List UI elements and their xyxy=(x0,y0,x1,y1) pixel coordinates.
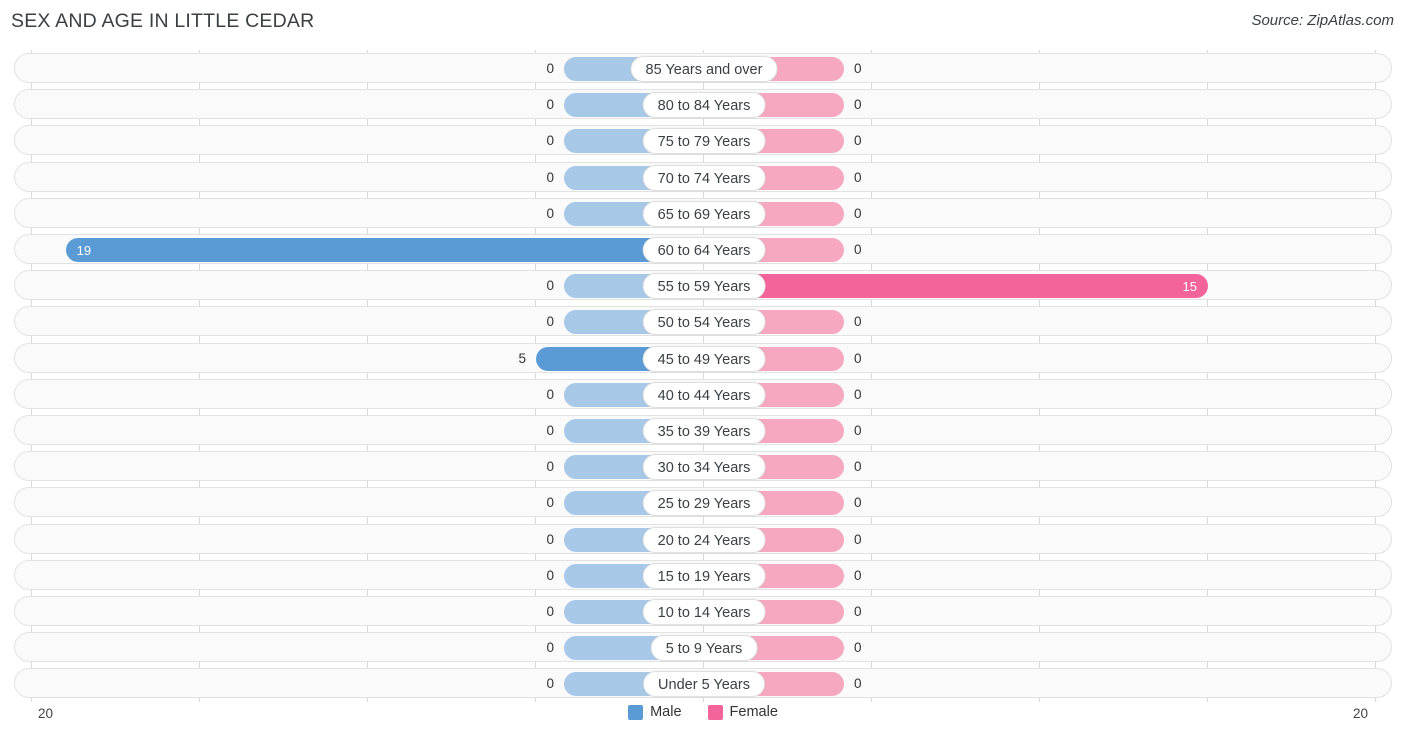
female-value-label: 0 xyxy=(854,314,862,330)
male-value-label: 0 xyxy=(546,205,554,221)
female-value-label: 0 xyxy=(854,531,862,547)
age-group-label: 70 to 74 Years xyxy=(642,164,766,191)
male-value-label: 0 xyxy=(546,676,554,692)
population-pyramid-plot: 0 0 85 Years and over 0 0 80 to 84 Years 0 0 75 … xyxy=(0,50,1406,702)
age-group-label: 15 to 19 Years xyxy=(642,562,766,589)
female-value-label: 0 xyxy=(854,61,862,76)
female-value-label: 0 xyxy=(854,386,862,402)
male-bar[interactable]: 19 xyxy=(65,238,704,262)
female-value-label: 0 xyxy=(854,205,862,221)
legend-label-female: Female xyxy=(729,704,778,720)
age-group-label: 55 to 59 Years xyxy=(642,273,766,300)
male-value-label: 0 xyxy=(546,314,554,330)
age-group-label: 50 to 54 Years xyxy=(642,309,766,336)
age-group-label: 45 to 49 Years xyxy=(642,345,766,372)
table-row[interactable]: 0 0 50 to 54 Years xyxy=(14,306,1392,337)
age-group-label: 5 to 9 Years xyxy=(650,635,758,662)
female-value-label: 0 xyxy=(854,242,862,257)
age-group-label: 30 to 34 Years xyxy=(642,454,766,481)
female-value-label: 0 xyxy=(854,133,862,149)
age-group-label: 85 Years and over xyxy=(630,56,778,82)
age-group-label: 35 to 39 Years xyxy=(642,418,766,444)
table-row[interactable]: 0 0 Under 5 Years xyxy=(14,668,1392,699)
table-row[interactable]: 0 0 10 to 14 Years xyxy=(14,596,1392,626)
table-row[interactable]: 0 0 75 to 79 Years xyxy=(14,125,1392,156)
age-group-label: 80 to 84 Years xyxy=(642,92,766,119)
age-group-label: 40 to 44 Years xyxy=(642,381,766,408)
age-group-label: 75 to 79 Years xyxy=(642,128,766,155)
male-value-label: 0 xyxy=(546,386,554,402)
table-row[interactable]: 0 15 55 to 59 Years xyxy=(14,270,1392,301)
male-value-label: 0 xyxy=(546,495,554,511)
age-group-label: 25 to 29 Years xyxy=(642,490,766,517)
female-value-label: 0 xyxy=(854,350,862,366)
table-row[interactable]: 0 0 35 to 39 Years xyxy=(14,415,1392,445)
chart-root: SEX AND AGE IN LITTLE CEDAR Source: ZipA… xyxy=(0,0,1406,740)
male-value-label: 0 xyxy=(546,278,554,294)
male-value-label: 0 xyxy=(546,423,554,438)
female-value-label: 15 xyxy=(1182,278,1197,294)
male-value-label: 0 xyxy=(546,604,554,619)
male-value-label: 0 xyxy=(546,531,554,547)
male-value-label: 19 xyxy=(76,242,92,258)
male-value-label: 0 xyxy=(546,459,554,475)
age-group-label: 10 to 14 Years xyxy=(642,599,766,625)
table-row[interactable]: 0 0 30 to 34 Years xyxy=(14,451,1392,482)
female-value-label: 0 xyxy=(854,169,862,185)
table-row[interactable]: 0 0 5 to 9 Years xyxy=(14,632,1392,663)
female-value-label: 0 xyxy=(854,423,862,438)
male-value-label: 0 xyxy=(546,133,554,149)
table-row[interactable]: 0 0 15 to 19 Years xyxy=(14,559,1392,590)
legend-swatch-female-icon xyxy=(707,704,723,720)
age-group-label: 60 to 64 Years xyxy=(642,237,766,263)
female-value-label: 0 xyxy=(854,459,862,475)
male-value-label: 5 xyxy=(518,350,526,366)
male-value-label: 0 xyxy=(546,97,554,113)
table-row[interactable]: 0 0 20 to 24 Years xyxy=(14,523,1392,554)
table-row[interactable]: 0 0 65 to 69 Years xyxy=(14,197,1392,228)
table-row[interactable]: 0 0 80 to 84 Years xyxy=(14,89,1392,120)
male-value-label: 0 xyxy=(546,61,554,76)
female-value-label: 0 xyxy=(854,640,862,656)
table-row[interactable]: 19 0 60 to 64 Years xyxy=(14,234,1392,264)
chart-legend: Male Female xyxy=(0,704,1406,720)
female-value-label: 0 xyxy=(854,97,862,113)
age-group-label: 65 to 69 Years xyxy=(642,200,766,227)
age-group-label: Under 5 Years xyxy=(643,671,765,698)
table-row[interactable]: 0 0 25 to 29 Years xyxy=(14,487,1392,518)
legend-swatch-male-icon xyxy=(628,704,644,720)
table-row[interactable]: 0 0 70 to 74 Years xyxy=(14,161,1392,192)
legend-item-female[interactable]: Female xyxy=(707,704,778,720)
table-row[interactable]: 0 0 85 Years and over xyxy=(14,53,1392,83)
legend-label-male: Male xyxy=(650,704,682,720)
page-title: SEX AND AGE IN LITTLE CEDAR xyxy=(11,10,315,32)
female-value-label: 0 xyxy=(854,676,862,692)
male-value-label: 0 xyxy=(546,567,554,583)
table-row[interactable]: 0 0 40 to 44 Years xyxy=(14,378,1392,409)
age-group-label: 20 to 24 Years xyxy=(642,526,766,553)
female-value-label: 0 xyxy=(854,567,862,583)
female-value-label: 0 xyxy=(854,495,862,511)
male-value-label: 0 xyxy=(546,169,554,185)
female-bar[interactable]: 15 xyxy=(704,274,1208,299)
source-attribution: Source: ZipAtlas.com xyxy=(1251,12,1394,29)
female-value-label: 0 xyxy=(854,604,862,619)
table-row[interactable]: 5 0 45 to 49 Years xyxy=(14,342,1392,373)
male-value-label: 0 xyxy=(546,640,554,656)
legend-item-male[interactable]: Male xyxy=(628,704,682,720)
